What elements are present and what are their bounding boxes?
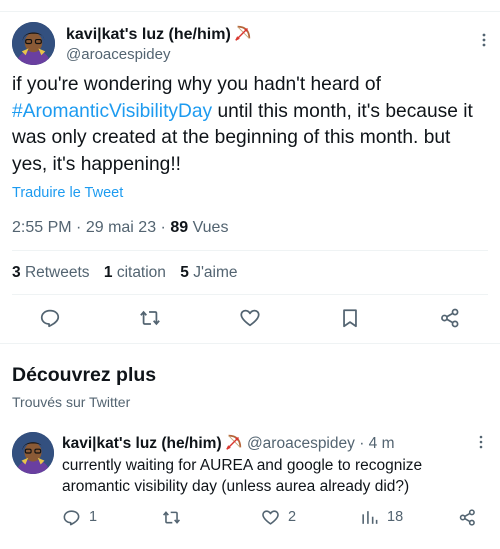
analytics-bar-icon (362, 510, 378, 524)
bookmark-button[interactable] (339, 307, 361, 329)
reply-icon (63, 509, 80, 525)
divider (12, 294, 488, 295)
likes-stat[interactable]: 5 J'aime (180, 264, 237, 281)
related-share-button[interactable] (458, 507, 485, 527)
retweet-icon (162, 510, 181, 524)
translate-tweet-link[interactable]: Traduire le Tweet (12, 183, 123, 203)
related-views-count: 18 (387, 509, 404, 525)
related-reply-count: 1 (89, 509, 98, 525)
like-button[interactable] (239, 307, 261, 329)
author-handle[interactable]: @aroacespidey (66, 45, 170, 65)
more-options-icon[interactable] (473, 434, 489, 450)
views-label: Vues (192, 219, 229, 236)
related-like-button[interactable]: 2 (261, 507, 296, 527)
bow-and-arrow-icon (225, 434, 241, 450)
divider (12, 250, 488, 251)
related-reply-button[interactable]: 1 (62, 507, 97, 527)
retweet-button[interactable] (139, 307, 161, 329)
related-tweet-text[interactable]: currently waiting for AUREA and google t… (62, 455, 482, 497)
tweet-date[interactable]: 29 mai 23 (86, 219, 156, 236)
likes-label: J'aime (193, 264, 238, 281)
share-button[interactable] (439, 307, 461, 329)
related-author-handle[interactable]: @aroacespidey (247, 435, 355, 452)
author-avatar[interactable] (12, 22, 55, 65)
reply-button[interactable] (39, 307, 61, 329)
retweets-label: Retweets (24, 264, 90, 281)
related-retweet-button[interactable] (162, 507, 189, 527)
related-tweet-header: kavi|kat's luz (he/him) @aroacespidey · … (62, 434, 395, 452)
share-icon (459, 508, 475, 526)
more-options-icon[interactable] (476, 32, 492, 48)
related-author-name[interactable]: kavi|kat's luz (he/him) (62, 435, 222, 452)
related-views-button[interactable]: 18 (360, 507, 403, 527)
heart-icon (240, 309, 260, 327)
tweet-time[interactable]: 2:55 PM (12, 219, 72, 236)
retweet-icon (140, 310, 160, 326)
discover-section-title: Découvrez plus (12, 364, 157, 386)
heart-icon (262, 509, 279, 525)
related-tweet-time[interactable]: 4 m (369, 435, 395, 452)
hashtag-link[interactable]: #AromanticVisibilityDay (12, 101, 212, 122)
tweet-text-part: if you're wondering why you hadn't heard… (12, 74, 381, 95)
section-divider (0, 343, 500, 344)
author-name-text: kavi|kat's luz (he/him) (66, 26, 231, 43)
tweet-metadata: 2:55 PM · 29 mai 23 · 89 Vues (12, 219, 229, 236)
author-name[interactable]: kavi|kat's luz (he/him) (66, 24, 252, 45)
bookmark-icon (343, 309, 357, 328)
related-like-count: 2 (288, 509, 297, 525)
discover-section-subtitle: Trouvés sur Twitter (12, 394, 131, 410)
top-divider (0, 11, 500, 12)
quotes-stat[interactable]: 1 citation (104, 264, 166, 281)
quotes-label: citation (116, 264, 166, 281)
reply-icon (40, 309, 60, 328)
tweet-text: if you're wondering why you hadn't heard… (12, 72, 490, 178)
share-icon (441, 308, 459, 328)
related-author-avatar[interactable] (12, 432, 54, 474)
views-count: 89 (170, 219, 189, 236)
retweets-count: 3 (12, 264, 21, 281)
quotes-count: 1 (103, 264, 113, 281)
retweets-stat[interactable]: 3 Retweets (12, 264, 90, 281)
likes-count: 5 (180, 264, 189, 281)
engagement-stats: 3 Retweets 1 citation 5 J'aime (12, 263, 248, 283)
bow-and-arrow-icon (235, 25, 250, 41)
tweet-detail-page: kavi|kat's luz (he/him) @aroacespidey if… (0, 0, 500, 549)
